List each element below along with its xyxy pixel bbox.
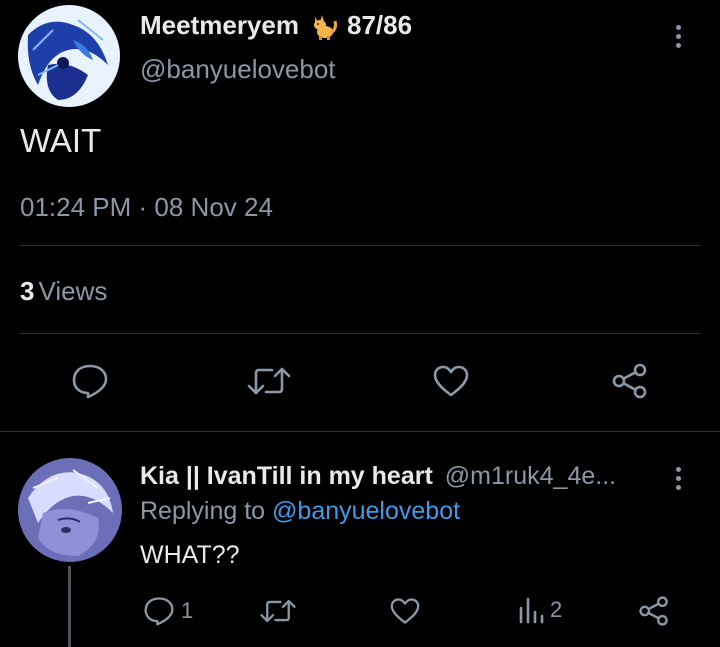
like-button[interactable] xyxy=(432,364,470,398)
retweet-icon xyxy=(260,599,296,623)
views-number: 3 xyxy=(20,276,35,306)
tweet-text: WAIT xyxy=(20,122,102,159)
author-display-name[interactable]: Meetmeryem xyxy=(140,10,299,41)
author-avatar[interactable] xyxy=(18,5,120,107)
replying-prefix: Replying to xyxy=(140,497,266,525)
reply-author-avatar[interactable] xyxy=(18,458,122,562)
divider xyxy=(0,431,720,432)
views-count[interactable]: 3 Views xyxy=(20,276,107,307)
views-label: Views xyxy=(38,276,108,306)
like-icon xyxy=(433,365,469,397)
replying-to: Replying to @banyuelovebot xyxy=(140,497,460,526)
reply-retweet-button[interactable] xyxy=(259,597,297,625)
views-icon xyxy=(519,597,544,624)
reply-text: WHAT?? xyxy=(140,541,240,569)
reply-reply-button[interactable]: 1 xyxy=(143,596,193,626)
retweet-button[interactable] xyxy=(246,365,292,397)
reply-more-options-icon[interactable] xyxy=(673,467,683,490)
like-icon xyxy=(390,598,420,624)
divider xyxy=(20,333,700,334)
reply-icon xyxy=(144,597,174,626)
reply-count: 1 xyxy=(181,598,194,623)
reply-like-button[interactable] xyxy=(389,597,421,625)
tweet-timestamp: 01:24 PM · 08 Nov 24 xyxy=(20,192,273,222)
reply-icon xyxy=(72,364,108,399)
reply-author-handle[interactable]: @m1ruk4_4e... xyxy=(445,462,616,491)
share-icon xyxy=(612,363,647,399)
author-score: 87/86 xyxy=(346,10,413,40)
reply-views-button[interactable]: 2 xyxy=(518,596,562,624)
more-options-icon[interactable] xyxy=(673,25,683,48)
thread-line xyxy=(68,566,71,647)
reply-button[interactable] xyxy=(71,363,109,399)
author-handle[interactable]: @banyuelovebot xyxy=(140,54,336,85)
author-name-line: Meetmeryem 87/86 xyxy=(140,10,412,41)
share-button[interactable] xyxy=(611,362,649,400)
reply-author-line: Kia || IvanTill in my heart @m1ruk4_4e..… xyxy=(140,462,660,491)
retweet-icon xyxy=(247,367,291,395)
cat-emoji-icon xyxy=(309,11,339,41)
reply-share-button[interactable] xyxy=(638,595,670,627)
replying-mention[interactable]: @banyuelovebot xyxy=(272,497,460,525)
reply-author-display-name[interactable]: Kia || IvanTill in my heart xyxy=(140,462,433,491)
reply-views-count: 2 xyxy=(550,597,563,622)
divider xyxy=(20,245,700,246)
share-icon xyxy=(639,596,668,626)
